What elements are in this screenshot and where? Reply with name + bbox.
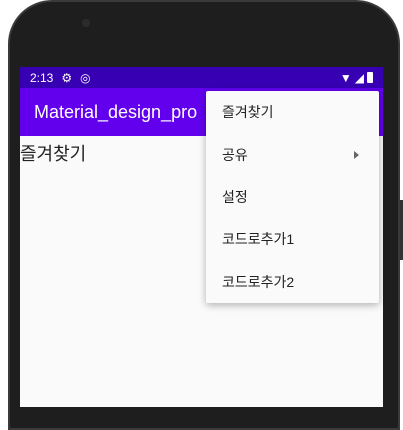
menu-item-share[interactable]: 공유 [206, 133, 379, 175]
menu-item-label: 설정 [222, 188, 248, 205]
overflow-menu: 즐겨찾기 공유 설정 코드로추가1 코드로추가2 [206, 91, 379, 303]
status-time: 2:13 [30, 70, 54, 85]
menu-item-settings[interactable]: 설정 [206, 176, 379, 218]
wifi-icon: ▼ [339, 70, 352, 85]
menu-item-label: 코드로추가1 [222, 231, 295, 248]
menu-item-favorites[interactable]: 즐겨찾기 [206, 91, 379, 133]
battery-icon [367, 72, 373, 83]
camera [82, 19, 90, 27]
sync-icon: ◎ [80, 70, 91, 85]
signal-icon: ◢ [354, 70, 364, 85]
status-bar: 2:13 ⚙ ◎ ▼ ◢ [20, 67, 383, 88]
menu-item-code-add-2[interactable]: 코드로추가2 [206, 261, 379, 303]
menu-item-label: 즐겨찾기 [222, 104, 274, 121]
app-title: Material_design_pro [34, 101, 198, 122]
submenu-arrow-icon [354, 150, 359, 159]
menu-item-code-add-1[interactable]: 코드로추가1 [206, 218, 379, 260]
menu-item-label: 코드로추가2 [222, 273, 295, 290]
settings-icon: ⚙ [61, 70, 73, 85]
menu-item-label: 공유 [222, 146, 248, 163]
